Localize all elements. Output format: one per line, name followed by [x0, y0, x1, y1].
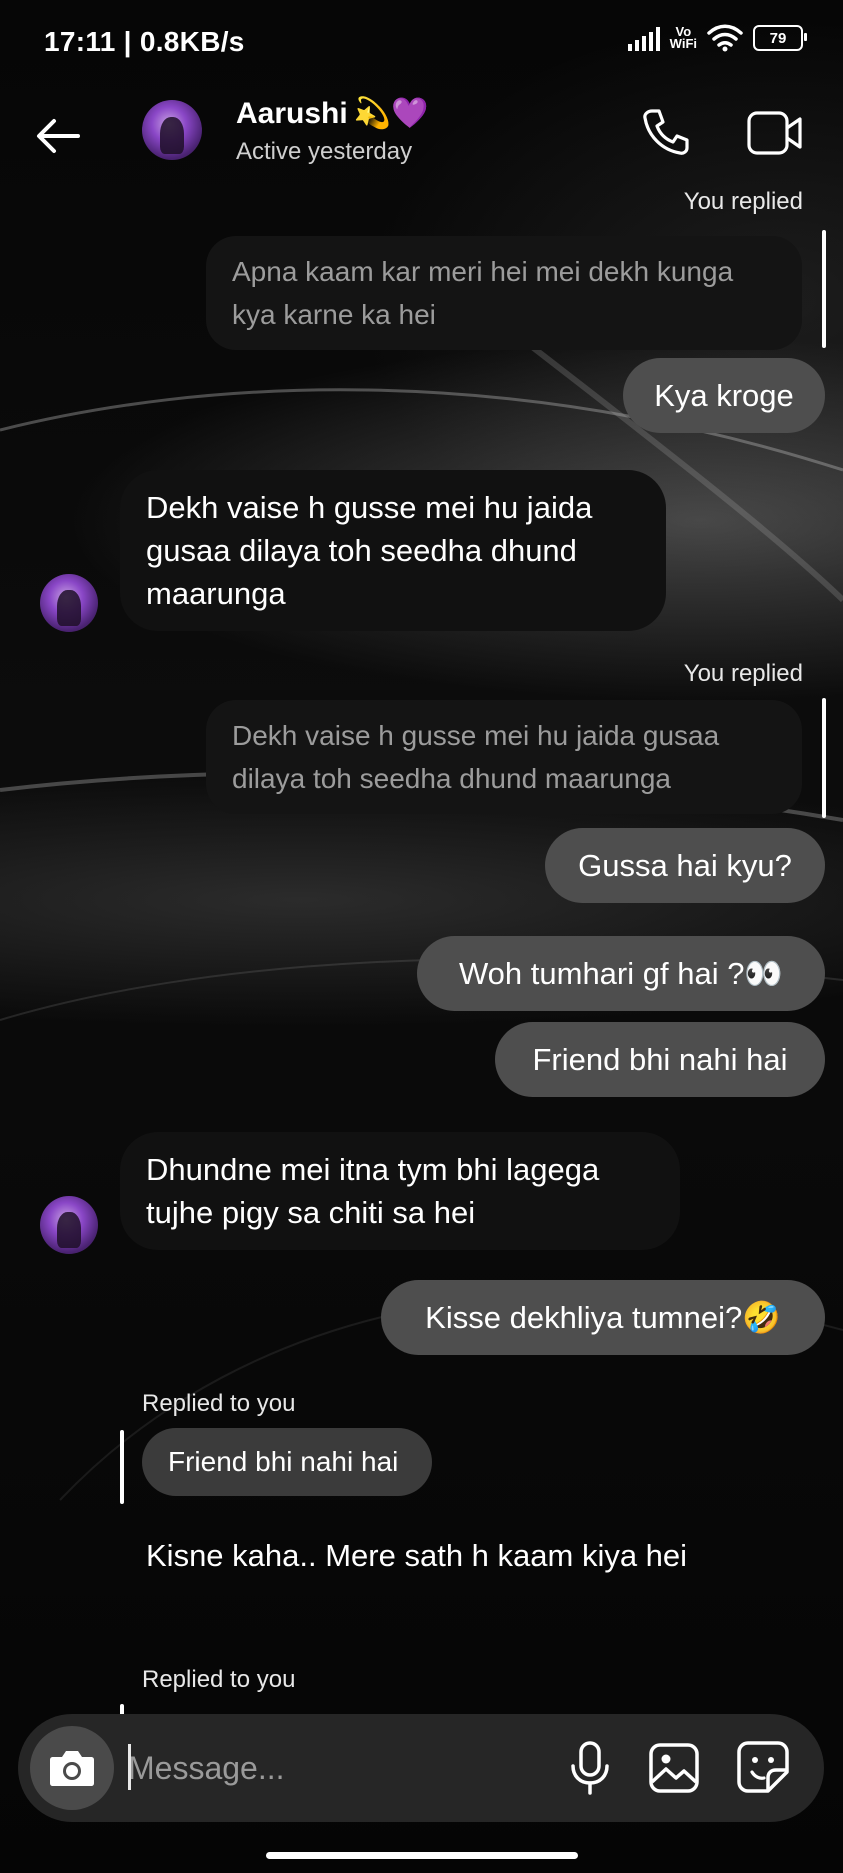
received-message[interactable]: Dekh vaise h gusse mei hu jaida gusaa di… — [120, 470, 666, 631]
replied-to-you-label: Replied to you — [142, 1666, 296, 1693]
gallery-icon[interactable] — [648, 1742, 700, 1794]
replied-to-you-label: Replied to you — [142, 1390, 296, 1417]
sent-message[interactable]: Woh tumhari gf hai ?👀 — [417, 936, 825, 1011]
sender-avatar[interactable] — [40, 574, 98, 632]
sent-message[interactable]: Kya kroge — [623, 358, 825, 433]
signal-icon — [627, 25, 660, 51]
camera-button[interactable] — [30, 1726, 114, 1810]
microphone-icon[interactable] — [566, 1740, 614, 1796]
quoted-message[interactable]: Friend bhi nahi hai — [142, 1428, 432, 1496]
reply-indicator-bar — [822, 698, 826, 818]
contact-avatar[interactable] — [142, 100, 202, 160]
received-message[interactable]: Dhundne mei itna tym bhi lagega tujhe pi… — [120, 1132, 680, 1250]
home-indicator[interactable] — [266, 1852, 578, 1859]
sent-message[interactable]: Gussa hai kyu? — [545, 828, 825, 903]
sent-message[interactable]: Friend bhi nahi hai — [495, 1022, 825, 1097]
quoted-message[interactable]: Dekh vaise h gusse mei hu jaida gusaa di… — [206, 700, 802, 814]
message-input[interactable] — [128, 1742, 548, 1794]
wifi-icon — [707, 24, 743, 52]
text-cursor — [128, 1744, 131, 1790]
status-time: 17:11 | 0.8KB/s — [44, 26, 245, 57]
you-replied-label: You replied — [683, 188, 803, 215]
sender-avatar[interactable] — [40, 1196, 98, 1254]
back-arrow-icon[interactable] — [30, 108, 86, 164]
received-message[interactable]: Kisne kaha.. Mere sath h kaam kiya hei — [146, 1534, 706, 1577]
phone-call-icon[interactable] — [640, 106, 692, 158]
battery-icon: 79 — [753, 25, 807, 51]
vowifi-icon: Vo WiFi — [669, 24, 697, 51]
sent-message[interactable]: Kisse dekhliya tumnei?🤣 — [381, 1280, 825, 1355]
name-emojis: 💫💜 — [353, 97, 429, 130]
you-replied-label: You replied — [683, 660, 803, 687]
video-call-icon[interactable] — [746, 108, 804, 158]
status-icons: Vo WiFi 79 — [627, 24, 807, 52]
sticker-icon[interactable] — [736, 1740, 790, 1794]
reply-indicator-bar — [120, 1430, 124, 1504]
quoted-message[interactable]: Apna kaam kar meri hei mei dekh kunga ky… — [206, 236, 802, 350]
reply-indicator-bar — [822, 230, 826, 348]
contact-activity-status: Active yesterday — [236, 138, 413, 165]
contact-name[interactable]: Aarushi 💫💜 — [236, 96, 428, 131]
camera-icon — [50, 1751, 94, 1786]
